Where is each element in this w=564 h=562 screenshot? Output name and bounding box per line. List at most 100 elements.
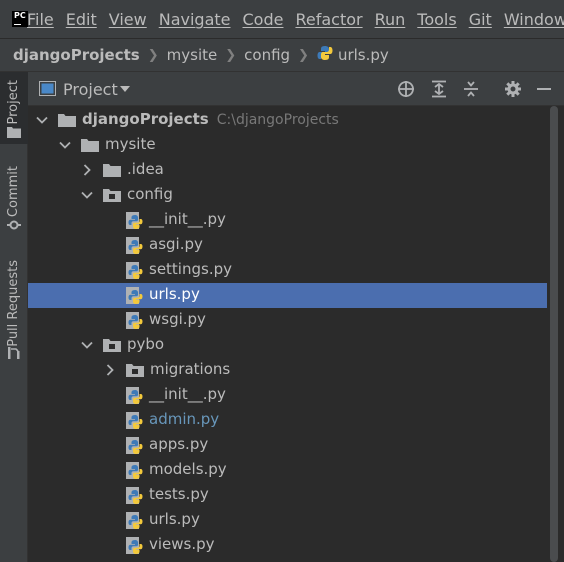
tree-item-config-wsgi-py[interactable]: wsgi.py (28, 308, 546, 333)
python-file-icon (126, 537, 143, 554)
locate-icon[interactable] (397, 80, 415, 98)
tree-item-label: wsgi.py (149, 310, 206, 328)
tree-item-pybo-models-py[interactable]: models.py (28, 458, 546, 483)
tree-item-label: config (127, 185, 173, 203)
collapse-all-icon[interactable] (462, 80, 480, 98)
breadcrumb-urls-py[interactable]: urls.py (338, 46, 389, 64)
minimize-icon[interactable] (535, 80, 553, 98)
project-view-icon (39, 81, 56, 100)
tree-item-label: djangoProjects (82, 110, 209, 128)
menu-refactor[interactable]: Refactor (289, 10, 368, 29)
tree-item-label: tests.py (149, 485, 209, 503)
tree-item-pybo-urls-py[interactable]: urls.py (28, 508, 546, 533)
tree-item-pybo-views-py[interactable]: views.py (28, 533, 546, 558)
menu-tools[interactable]: Tools (411, 10, 462, 29)
tree-item-label: views.py (149, 535, 215, 553)
python-file-icon (126, 212, 143, 229)
menu-run[interactable]: Run (369, 10, 412, 29)
chevron-down-icon[interactable] (120, 86, 130, 92)
tree-item-pybo-init-py[interactable]: __init__.py (28, 383, 546, 408)
tree-item-label: urls.py (149, 510, 200, 528)
menu-edit[interactable]: Edit (60, 10, 103, 29)
scrollbar-thumb[interactable] (550, 106, 558, 562)
package-folder-icon (126, 364, 144, 377)
tree-item-label: __init__.py (149, 210, 226, 228)
tree-item-pybo-tests-py[interactable]: tests.py (28, 483, 546, 508)
logo-text: PC (14, 11, 26, 20)
chevron-down-icon[interactable] (80, 338, 94, 352)
chevron-right-icon: ❯ (298, 47, 309, 63)
tree-item-config-urls-py[interactable]: urls.py (28, 283, 560, 308)
menu-code[interactable]: Code (237, 10, 290, 29)
tree-item-config[interactable]: config (28, 183, 546, 208)
python-file-icon (126, 262, 143, 279)
tree-item-djangoprojects[interactable]: djangoProjects C:\djangoProjects (28, 108, 546, 133)
tree-item-config-settings-py[interactable]: settings.py (28, 258, 546, 283)
folder-icon (7, 124, 21, 142)
tree-item-pybo-apps-py[interactable]: apps.py (28, 433, 546, 458)
tree-item-idea[interactable]: .idea (28, 158, 546, 183)
chevron-down-icon[interactable] (80, 188, 94, 202)
chevron-down-icon[interactable] (58, 138, 72, 152)
menu-navigate[interactable]: Navigate (153, 10, 237, 29)
project-tree[interactable]: djangoProjects C:\djangoProjects mysite .… (28, 106, 564, 562)
tree-item-label: admin.py (149, 410, 220, 428)
tree-item-label: migrations (150, 360, 231, 378)
commit-icon (7, 218, 21, 236)
python-file-icon (126, 487, 143, 504)
expand-all-icon[interactable] (430, 80, 448, 98)
tree-item-pybo-admin-py[interactable]: admin.py (28, 408, 546, 433)
breadcrumb-djangoprojects[interactable]: djangoProjects (13, 46, 140, 64)
chevron-right-icon[interactable] (80, 163, 94, 177)
folder-icon (81, 139, 99, 152)
breadcrumb: djangoProjects ❯ mysite ❯ config ❯ urls.… (0, 38, 564, 72)
folder-icon (103, 164, 121, 177)
commit-tool-button[interactable]: Commit (0, 160, 28, 234)
breadcrumb-mysite[interactable]: mysite (167, 46, 218, 64)
python-file-icon (126, 412, 143, 429)
project-tool-button[interactable]: Project (0, 72, 28, 144)
package-folder-icon (103, 339, 121, 352)
project-tool-label: Project (6, 80, 21, 125)
pull-request-icon (7, 346, 21, 364)
vertical-scrollbar[interactable] (547, 106, 560, 562)
tree-item-config-init-py[interactable]: __init__.py (28, 208, 546, 233)
menu-view[interactable]: View (103, 10, 153, 29)
pull-requests-tool-label: Pull Requests (6, 260, 21, 347)
tree-item-label: __init__.py (149, 385, 226, 403)
package-folder-icon (103, 189, 121, 202)
tree-item-label: urls.py (149, 285, 200, 303)
chevron-right-icon[interactable] (103, 363, 117, 377)
tree-item-mysite[interactable]: mysite (28, 133, 546, 158)
tree-item-label: pybo (127, 335, 165, 353)
tree-item-config-asgi-py[interactable]: asgi.py (28, 233, 546, 258)
menu-git[interactable]: Git (463, 10, 498, 29)
pull-requests-tool-button[interactable]: Pull Requests (0, 256, 28, 366)
python-file-icon (317, 45, 333, 65)
tree-item-pybo[interactable]: pybo (28, 333, 546, 358)
python-file-icon (126, 312, 143, 329)
chevron-right-icon: ❯ (147, 47, 159, 63)
project-panel-header: Project (28, 72, 564, 106)
tree-item-label: settings.py (149, 260, 232, 278)
gear-icon[interactable] (504, 80, 522, 98)
tree-item-label: apps.py (149, 435, 209, 453)
python-file-icon (126, 287, 143, 304)
python-file-icon (126, 437, 143, 454)
python-file-icon (126, 512, 143, 529)
folder-icon (58, 114, 76, 127)
tree-item-label: asgi.py (149, 235, 203, 253)
commit-tool-label: Commit (6, 166, 21, 218)
project-view-title[interactable]: Project (63, 80, 118, 99)
tree-item-label: mysite (105, 135, 156, 153)
tree-item-label: models.py (149, 460, 227, 478)
menu-window[interactable]: Window (498, 10, 564, 29)
tool-window-stripe: Project Commit Pull Requests (0, 72, 28, 562)
python-file-icon (126, 387, 143, 404)
tree-item-label: .idea (127, 160, 164, 178)
tree-item-migrations[interactable]: migrations (28, 358, 546, 383)
chevron-down-icon[interactable] (35, 113, 49, 127)
breadcrumb-config[interactable]: config (244, 46, 290, 64)
chevron-right-icon: ❯ (225, 47, 237, 63)
python-file-icon (126, 237, 143, 254)
